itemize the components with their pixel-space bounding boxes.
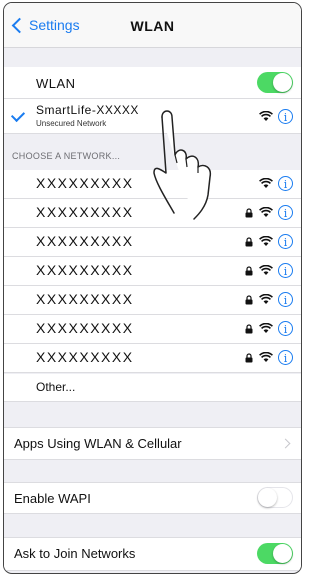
info-icon[interactable]: i: [278, 321, 293, 336]
network-name: XXXXXXXXX: [36, 320, 134, 336]
network-name: XXXXXXXXX: [36, 233, 134, 249]
lock-icon: [245, 237, 253, 247]
wifi-icon: [259, 294, 273, 304]
lock-icon: [245, 266, 253, 276]
network-name: XXXXXXXXX: [36, 349, 134, 365]
network-row[interactable]: XXXXXXXXX i: [4, 257, 301, 286]
lock-icon: [245, 324, 253, 334]
connected-network-name: SmartLife-XXXXX: [36, 103, 139, 117]
hand-pointer-icon: [153, 110, 212, 220]
info-icon[interactable]: i: [278, 234, 293, 249]
wifi-icon: [259, 207, 273, 217]
info-icon[interactable]: i: [278, 109, 293, 124]
info-icon[interactable]: i: [278, 205, 293, 220]
wlan-toggle[interactable]: [257, 72, 293, 93]
toggle-knob: [273, 73, 292, 92]
lock-icon: [245, 208, 253, 218]
apps-using-wlan-label: Apps Using WLAN & Cellular: [14, 436, 182, 451]
wapi-toggle[interactable]: [257, 487, 293, 508]
wlan-label: WLAN: [36, 76, 76, 91]
network-name: XXXXXXXXX: [36, 262, 134, 278]
lock-icon: [245, 295, 253, 305]
wifi-icon: [259, 178, 273, 188]
wifi-icon: [259, 236, 273, 246]
wifi-icon: [259, 111, 273, 121]
ask-to-join-label: Ask to Join Networks: [14, 546, 136, 561]
other-label: Other...: [36, 380, 76, 394]
toggle-knob: [258, 488, 277, 507]
info-icon[interactable]: i: [278, 176, 293, 191]
network-row[interactable]: XXXXXXXXX i: [4, 228, 301, 257]
page-title: WLAN: [130, 18, 175, 34]
chevron-right-icon: [280, 438, 291, 449]
ask-to-join-toggle[interactable]: [257, 543, 293, 564]
network-name: XXXXXXXXX: [36, 291, 134, 307]
wlan-row: WLAN: [4, 67, 301, 99]
lock-icon: [245, 353, 253, 363]
checkmark-icon: [10, 107, 26, 123]
network-row[interactable]: XXXXXXXXX i: [4, 286, 301, 315]
info-icon[interactable]: i: [278, 350, 293, 365]
apps-using-wlan-row[interactable]: Apps Using WLAN & Cellular: [4, 427, 301, 460]
enable-wapi-label: Enable WAPI: [14, 491, 91, 506]
wifi-icon: [259, 265, 273, 275]
network-name: XXXXXXXXX: [36, 175, 134, 191]
network-row[interactable]: XXXXXXXXX i: [4, 344, 301, 373]
settings-screen: Settings WLAN WLAN SmartLife-XXXXX Unsec…: [3, 2, 302, 574]
connected-network-status: Unsecured Network: [36, 119, 107, 128]
wifi-icon: [259, 323, 273, 333]
network-row[interactable]: XXXXXXXXX i: [4, 315, 301, 344]
other-network-row[interactable]: Other...: [4, 374, 301, 402]
enable-wapi-row: Enable WAPI: [4, 482, 301, 514]
section-header-label: CHOOSE A NETWORK...: [12, 151, 121, 161]
wifi-icon: [259, 352, 273, 362]
info-icon[interactable]: i: [278, 263, 293, 278]
info-icon[interactable]: i: [278, 292, 293, 307]
navigation-bar: Settings WLAN: [4, 3, 301, 48]
toggle-knob: [273, 544, 292, 563]
network-name: XXXXXXXXX: [36, 204, 134, 220]
ask-to-join-row: Ask to Join Networks: [4, 537, 301, 571]
